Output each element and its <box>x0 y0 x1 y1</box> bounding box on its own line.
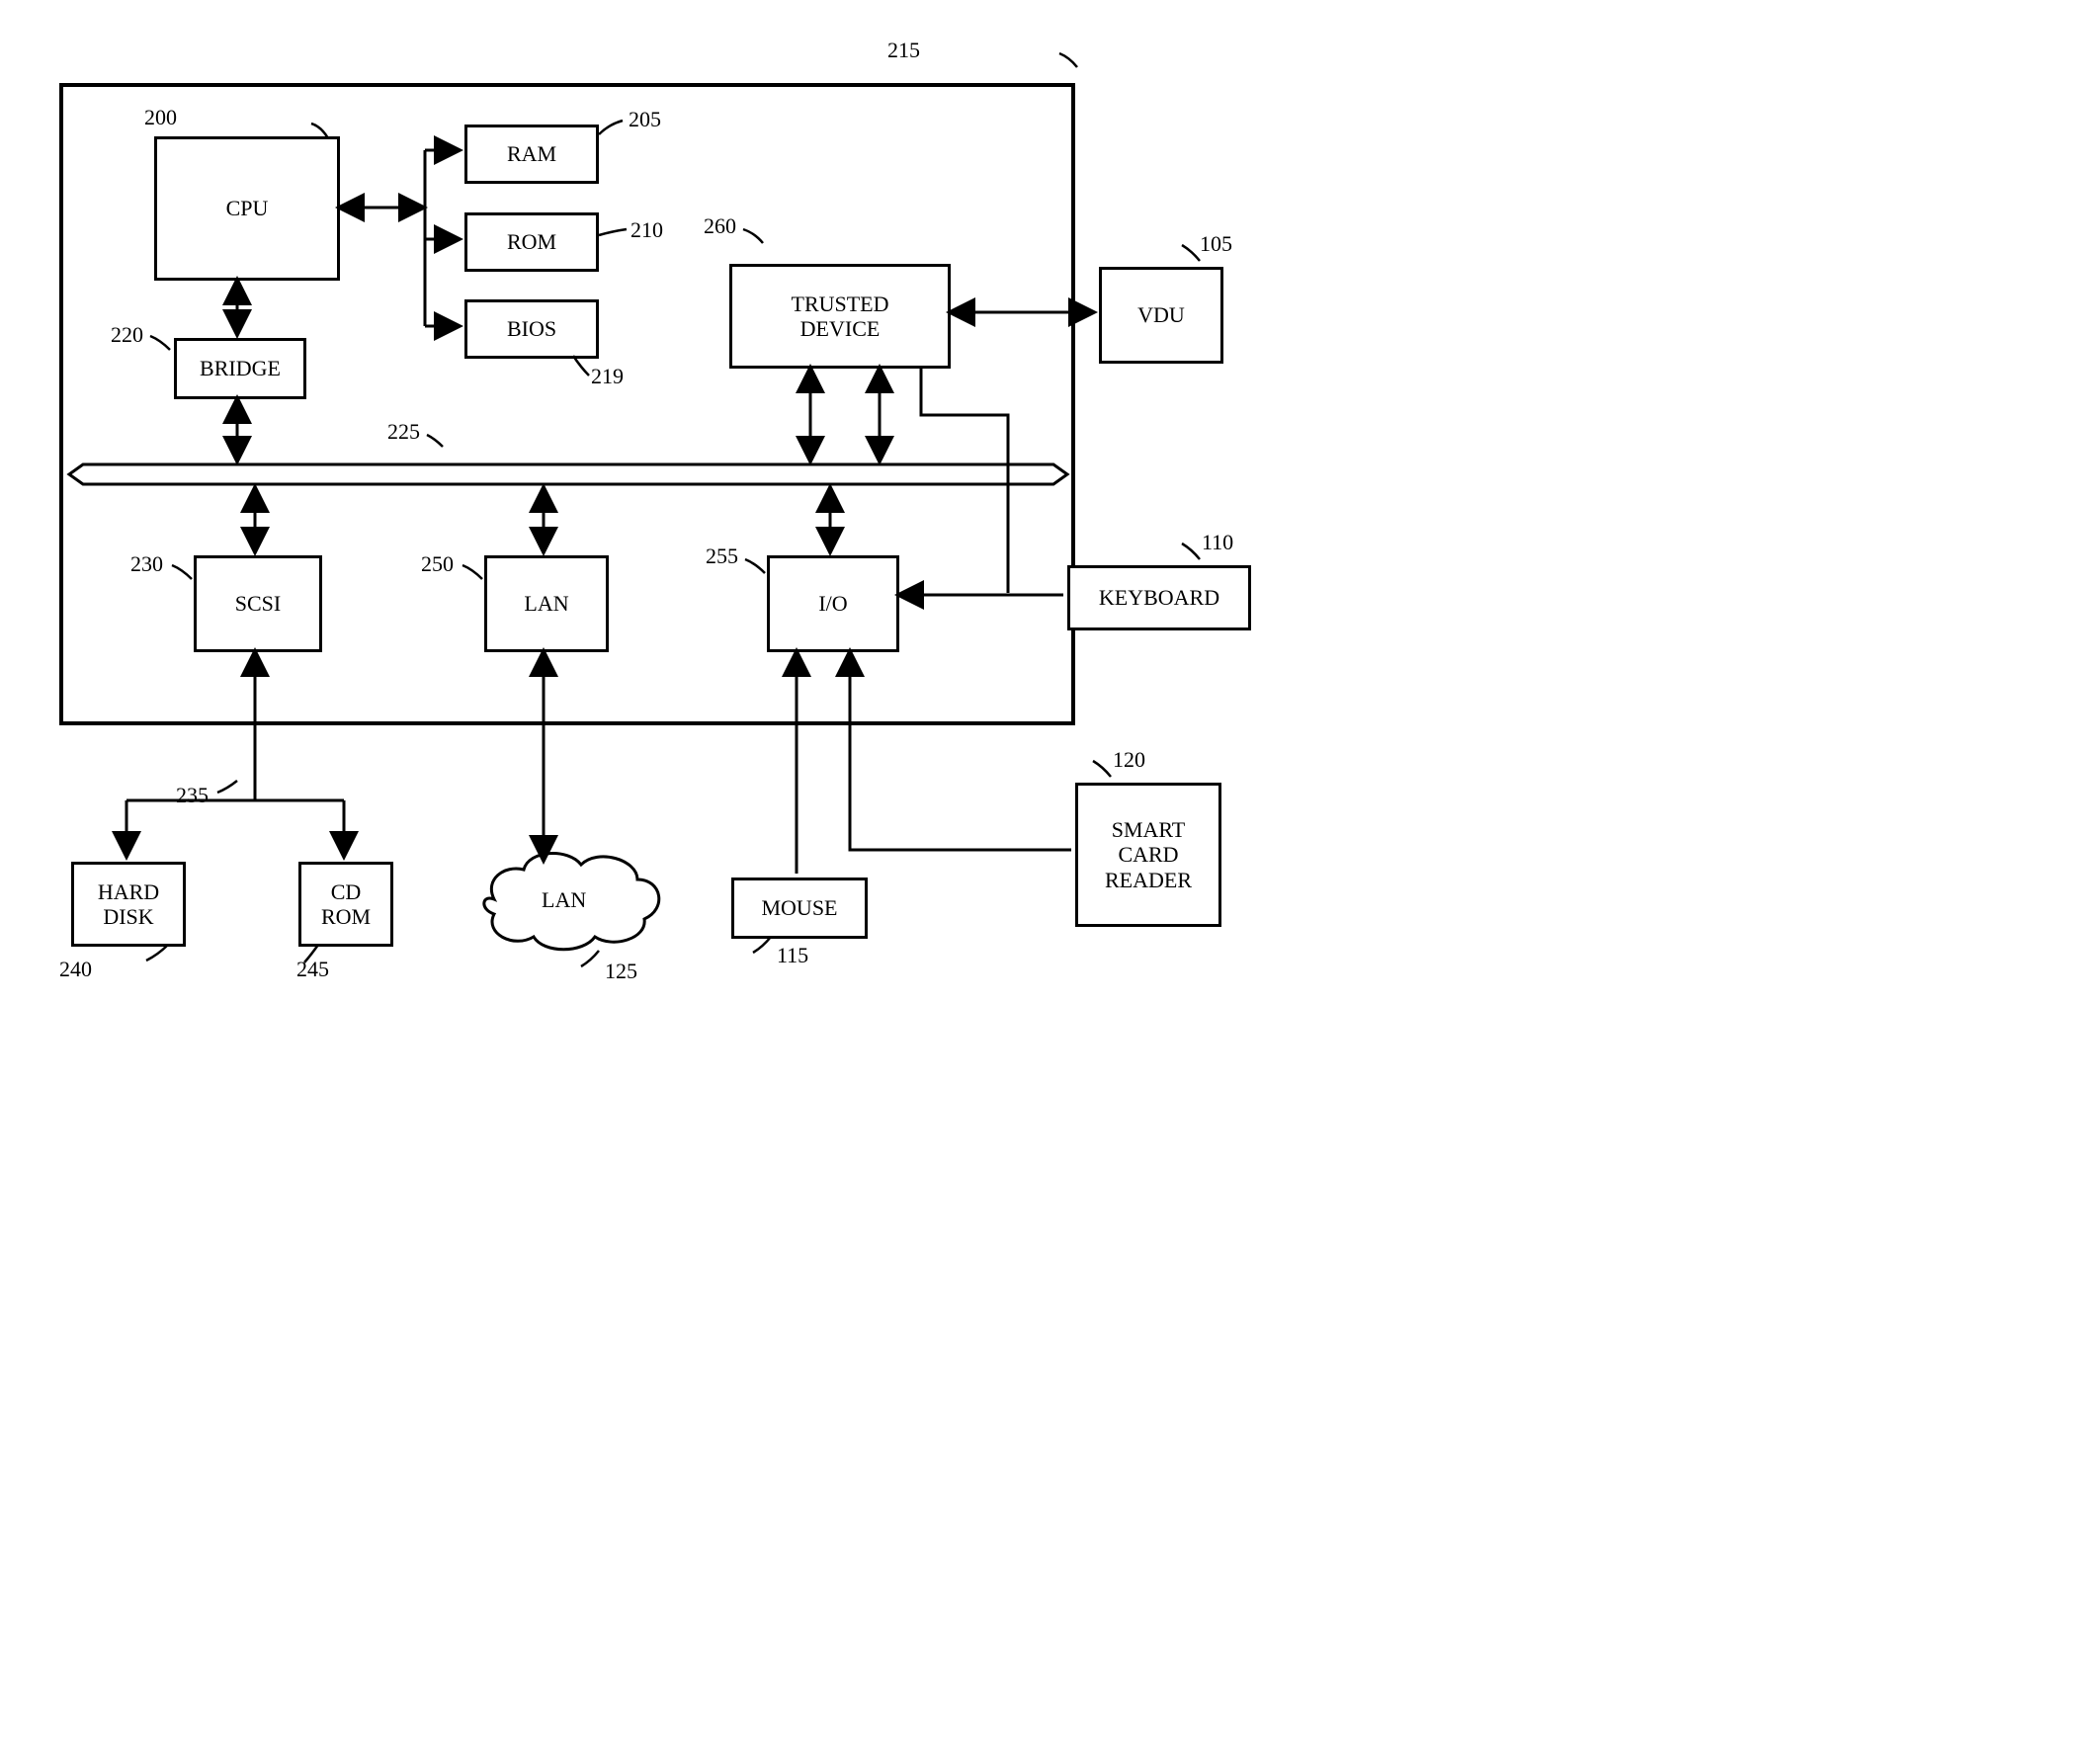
keyboard-label: KEYBOARD <box>1099 585 1219 610</box>
cpu-label: CPU <box>226 196 269 220</box>
ref-120: 120 <box>1113 747 1145 773</box>
ref-225: 225 <box>387 419 420 445</box>
smartcard-label: SMART CARD READER <box>1105 817 1192 892</box>
ram-block: RAM <box>464 125 599 184</box>
mouse-block: MOUSE <box>731 878 868 939</box>
vdu-label: VDU <box>1137 302 1185 327</box>
bridge-block: BRIDGE <box>174 338 306 399</box>
ref-210: 210 <box>630 217 663 243</box>
bios-label: BIOS <box>507 316 556 341</box>
ref-125: 125 <box>605 959 637 984</box>
trusted-label: TRUSTED DEVICE <box>792 292 889 342</box>
bridge-label: BRIDGE <box>200 356 281 380</box>
lan-cloud-label: LAN <box>542 887 586 913</box>
lan-block: LAN <box>484 555 609 652</box>
ref-215: 215 <box>887 38 920 63</box>
cdrom-label: CD ROM <box>321 879 371 930</box>
keyboard-block: KEYBOARD <box>1067 565 1251 630</box>
ref-220: 220 <box>111 322 143 348</box>
ref-235: 235 <box>176 783 209 808</box>
scsi-label: SCSI <box>235 591 281 616</box>
io-block: I/O <box>767 555 899 652</box>
bios-block: BIOS <box>464 299 599 359</box>
cpu-block: CPU <box>154 136 340 281</box>
block-diagram: CPU RAM ROM BIOS TRUSTED DEVICE VDU BRID… <box>20 20 1245 1044</box>
ref-105: 105 <box>1200 231 1232 257</box>
harddisk-block: HARD DISK <box>71 862 186 947</box>
ref-200: 200 <box>144 105 177 130</box>
ref-260: 260 <box>704 213 736 239</box>
ref-245: 245 <box>296 957 329 982</box>
ref-110: 110 <box>1202 530 1233 555</box>
ref-115: 115 <box>777 943 808 968</box>
trusted-device-block: TRUSTED DEVICE <box>729 264 951 369</box>
ram-label: RAM <box>507 141 556 166</box>
mouse-label: MOUSE <box>761 895 837 920</box>
lan-label: LAN <box>524 591 568 616</box>
rom-block: ROM <box>464 212 599 272</box>
ref-205: 205 <box>629 107 661 132</box>
ref-255: 255 <box>706 544 738 569</box>
io-label: I/O <box>818 591 847 616</box>
rom-label: ROM <box>507 229 556 254</box>
harddisk-label: HARD DISK <box>98 879 159 930</box>
vdu-block: VDU <box>1099 267 1223 364</box>
scsi-block: SCSI <box>194 555 322 652</box>
cdrom-block: CD ROM <box>298 862 393 947</box>
ref-219: 219 <box>591 364 624 389</box>
ref-250: 250 <box>421 551 454 577</box>
ref-230: 230 <box>130 551 163 577</box>
smartcard-block: SMART CARD READER <box>1075 783 1221 927</box>
ref-240: 240 <box>59 957 92 982</box>
